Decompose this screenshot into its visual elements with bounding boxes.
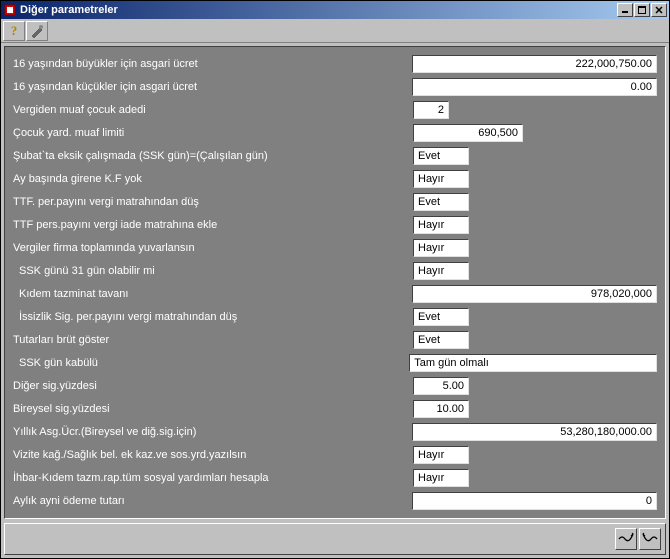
param-input[interactable] [412, 78, 657, 96]
window-title: Diğer parametreler [20, 4, 617, 16]
minimize-button[interactable] [617, 3, 633, 17]
param-input[interactable] [413, 124, 523, 142]
param-row: 16 yaşından büyükler için asgari ücret [13, 53, 657, 75]
param-input[interactable] [412, 492, 657, 510]
param-input[interactable] [413, 446, 469, 464]
param-label: SSK günü 31 gün olabilir mi [13, 265, 413, 277]
param-label: Diğer sig.yüzdesi [13, 380, 413, 392]
content-panel: 16 yaşından büyükler için asgari ücret 16… [4, 46, 666, 519]
cancel-button[interactable] [639, 528, 661, 550]
maximize-button[interactable] [634, 3, 650, 17]
param-row: TTF. per.payını vergi matrahından düş [13, 191, 657, 213]
param-label: İssizlik Sig. per.payını vergi matrahınd… [13, 311, 413, 323]
param-label: Vergiden muaf çocuk adedi [13, 104, 413, 116]
param-label: Aylık ayni ödeme tutarı [13, 495, 412, 507]
param-input[interactable] [413, 469, 469, 487]
param-label: Tutarları brüt göster [13, 334, 413, 346]
param-row: TTF pers.payını vergi iade matrahına ekl… [13, 214, 657, 236]
param-label: Şubat`ta eksik çalışmada (SSK gün)=(Çalı… [13, 150, 413, 162]
param-label: 16 yaşından büyükler için asgari ücret [13, 58, 412, 70]
param-row: Vergiden muaf çocuk adedi [13, 99, 657, 121]
param-label: Bireysel sig.yüzdesi [13, 403, 413, 415]
param-row: 16 yaşından küçükler için asgari ücret [13, 76, 657, 98]
param-input[interactable] [413, 216, 469, 234]
param-row: Bireysel sig.yüzdesi [13, 398, 657, 420]
param-row: Şubat`ta eksik çalışmada (SSK gün)=(Çalı… [13, 145, 657, 167]
param-input[interactable] [413, 193, 469, 211]
ok-button[interactable] [615, 528, 637, 550]
toolbar: ? [1, 19, 669, 43]
param-input[interactable] [413, 170, 469, 188]
param-input[interactable] [413, 147, 469, 165]
param-input[interactable] [413, 262, 469, 280]
param-label: İhbar-Kıdem tazm.rap.tüm sosyal yardımla… [13, 472, 413, 484]
close-button[interactable] [651, 3, 667, 17]
param-input[interactable] [413, 331, 469, 349]
param-input[interactable] [413, 377, 469, 395]
param-row: İssizlik Sig. per.payını vergi matrahınd… [13, 306, 657, 328]
param-label: Çocuk yard. muaf limiti [13, 127, 413, 139]
param-row: Ay başında girene K.F yok [13, 168, 657, 190]
content-wrap: 16 yaşından büyükler için asgari ücret 16… [1, 43, 669, 558]
param-row: Vergiler firma toplamında yuvarlansın [13, 237, 657, 259]
param-row: Yıllık Asg.Ücr.(Bireysel ve diğ.sig.için… [13, 421, 657, 443]
footer-bar [4, 523, 666, 555]
titlebar-buttons [617, 3, 667, 17]
app-icon [3, 3, 17, 17]
param-label: TTF. per.payını vergi matrahından düş [13, 196, 413, 208]
param-label: TTF pers.payını vergi iade matrahına ekl… [13, 219, 413, 231]
svg-text:?: ? [11, 24, 18, 38]
param-input[interactable] [412, 423, 657, 441]
param-label: Ay başında girene K.F yok [13, 173, 413, 185]
param-label: 16 yaşından küçükler için asgari ücret [13, 81, 412, 93]
param-row: Çocuk yard. muaf limiti [13, 122, 657, 144]
param-row: Diğer sig.yüzdesi [13, 375, 657, 397]
param-input[interactable] [413, 101, 449, 119]
param-input[interactable] [412, 285, 657, 303]
window: Diğer parametreler ? 16 yaşından büyükle… [0, 0, 670, 559]
param-row: Kıdem tazminat tavanı [13, 283, 657, 305]
titlebar: Diğer parametreler [1, 1, 669, 19]
param-label: Vizite kağ./Sağlık bel. ek kaz.ve sos.yr… [13, 449, 413, 461]
param-input[interactable] [412, 55, 657, 73]
param-input[interactable] [409, 354, 657, 372]
param-row: İhbar-Kıdem tazm.rap.tüm sosyal yardımla… [13, 467, 657, 489]
param-row: SSK günü 31 gün olabilir mi [13, 260, 657, 282]
param-label: Vergiler firma toplamında yuvarlansın [13, 242, 413, 254]
tool-button[interactable] [26, 21, 48, 41]
param-input[interactable] [413, 400, 469, 418]
param-row: SSK gün kabülü [13, 352, 657, 374]
param-row: Vizite kağ./Sağlık bel. ek kaz.ve sos.yr… [13, 444, 657, 466]
param-label: Yıllık Asg.Ücr.(Bireysel ve diğ.sig.için… [13, 426, 412, 438]
param-input[interactable] [413, 308, 469, 326]
param-input[interactable] [413, 239, 469, 257]
param-label: Kıdem tazminat tavanı [13, 288, 412, 300]
param-row: Aylık ayni ödeme tutarı [13, 490, 657, 512]
help-button[interactable]: ? [3, 21, 25, 41]
param-label: SSK gün kabülü [13, 357, 409, 369]
param-row: Tutarları brüt göster [13, 329, 657, 351]
